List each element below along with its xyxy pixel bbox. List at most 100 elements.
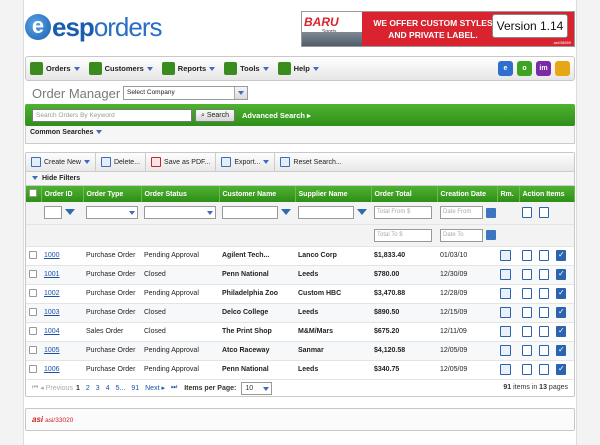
delete-button[interactable]: Delete... (96, 153, 147, 171)
edit-order-icon[interactable] (522, 326, 532, 337)
nav-help[interactable]: Help (277, 62, 319, 75)
search-button[interactable]: ⌕ Search (195, 109, 235, 122)
select-all-header[interactable] (26, 186, 42, 202)
order-id-link[interactable]: 1000 (44, 252, 60, 259)
save-filters-icon[interactable] (539, 207, 549, 219)
hide-filters-toggle[interactable]: Hide Filters (26, 172, 574, 186)
row-checkbox[interactable] (29, 364, 37, 373)
filter-icon[interactable] (281, 208, 291, 215)
table-row[interactable]: 1004 Sales Order Closed The Print Shop M&M/M… (26, 322, 574, 342)
edit-order-icon[interactable] (522, 288, 532, 299)
reminder-icon[interactable] (500, 307, 511, 318)
row-checkbox[interactable] (29, 345, 37, 354)
last-page-icon[interactable]: ⏭ (171, 384, 177, 392)
approve-check-icon[interactable] (556, 269, 566, 280)
page-91[interactable]: 91 (131, 385, 139, 392)
reminder-icon[interactable] (500, 364, 511, 375)
col-customer-name[interactable]: Customer Name (219, 186, 296, 202)
col-order-id[interactable]: Order ID (41, 186, 84, 202)
edit-order-icon[interactable] (522, 269, 532, 280)
approve-check-icon[interactable] (556, 288, 566, 299)
row-checkbox[interactable] (29, 307, 37, 316)
order-id-link[interactable]: 1005 (44, 347, 60, 354)
first-page-icon[interactable]: ⏮ (32, 384, 38, 392)
row-checkbox[interactable] (29, 326, 37, 335)
notes-icon[interactable] (539, 288, 549, 299)
col-order-type[interactable]: Order Type (83, 186, 142, 202)
notes-icon[interactable] (539, 307, 549, 318)
order-status-filter-select[interactable] (144, 206, 216, 220)
col-order-status[interactable]: Order Status (141, 186, 220, 202)
reminder-icon[interactable] (500, 250, 511, 261)
edit-order-icon[interactable] (522, 307, 532, 318)
items-per-page-select[interactable]: 10 (241, 381, 273, 395)
esp-orders-logo[interactable]: e esporders (25, 12, 163, 42)
row-checkbox-cell[interactable] (26, 341, 41, 361)
search-input[interactable]: Search Orders By Keyword (32, 109, 192, 122)
common-searches-dropdown[interactable]: Common Searches (30, 129, 103, 136)
im-icon[interactable]: im (536, 61, 551, 76)
row-checkbox-cell[interactable] (26, 360, 41, 380)
col-rm[interactable]: Rm. (497, 186, 520, 202)
date-from-input[interactable]: Date From (440, 206, 483, 220)
notes-icon[interactable] (539, 269, 549, 280)
notes-icon[interactable] (539, 326, 549, 337)
row-checkbox-cell[interactable] (26, 246, 41, 266)
reset-search-button[interactable]: Reset Search... (275, 153, 346, 171)
approve-check-icon[interactable] (556, 345, 566, 356)
customer-filter-input[interactable] (222, 206, 278, 220)
export-button[interactable]: Export... (216, 153, 276, 171)
reminder-icon[interactable] (500, 288, 511, 299)
edit-order-icon[interactable] (522, 364, 532, 375)
order-id-link[interactable]: 1004 (44, 328, 60, 335)
reminder-icon[interactable] (500, 269, 511, 280)
filter-icon[interactable] (65, 208, 75, 215)
reminder-icon[interactable] (500, 326, 511, 337)
col-creation-date[interactable]: Creation Date (437, 186, 498, 202)
table-row[interactable]: 1005 Purchase Order Pending Approval Atco R… (26, 341, 574, 361)
row-checkbox[interactable] (29, 269, 37, 278)
total-from-input[interactable]: Total From $ (374, 206, 432, 220)
company-select[interactable]: Select Company (123, 86, 248, 100)
row-checkbox-cell[interactable] (26, 322, 41, 342)
page-2[interactable]: 2 (86, 385, 90, 392)
calendar-icon[interactable] (486, 230, 496, 240)
approve-check-icon[interactable] (556, 364, 566, 375)
create-new-button[interactable]: Create New (26, 153, 96, 171)
page-1[interactable]: 1 (76, 385, 80, 392)
reminder-icon[interactable] (500, 345, 511, 356)
supplier-filter-input[interactable] (298, 206, 354, 220)
total-to-input[interactable]: Total To $ (374, 228, 432, 242)
row-checkbox-cell[interactable] (26, 303, 41, 323)
notes-icon[interactable] (539, 345, 549, 356)
order-type-filter-select[interactable] (86, 206, 138, 220)
filter-icon[interactable] (357, 208, 367, 215)
nav-reports[interactable]: Reports (161, 62, 216, 75)
col-order-total[interactable]: Order Total (371, 186, 438, 202)
key-icon[interactable] (555, 61, 570, 76)
table-row[interactable]: 1002 Purchase Order Pending Approval Philad… (26, 284, 574, 304)
table-row[interactable]: 1006 Purchase Order Pending Approval Penn N… (26, 360, 574, 380)
calendar-icon[interactable] (486, 207, 496, 218)
notes-icon[interactable] (539, 364, 549, 375)
edit-order-icon[interactable] (522, 345, 532, 356)
date-to-input[interactable]: Date To (440, 228, 483, 242)
approve-check-icon[interactable] (556, 326, 566, 337)
order-id-link[interactable]: 1001 (44, 271, 60, 278)
notes-icon[interactable] (539, 250, 549, 261)
order-id-filter-input[interactable] (44, 206, 62, 220)
table-row[interactable]: 1001 Purchase Order Closed Penn National Lee… (26, 265, 574, 285)
esp-icon[interactable]: e (498, 61, 513, 76)
nav-customers[interactable]: Customers (88, 62, 153, 75)
order-id-link[interactable]: 1006 (44, 366, 60, 373)
table-row[interactable]: 1003 Purchase Order Closed Delco College Lee… (26, 303, 574, 323)
page-3[interactable]: 3 (96, 385, 100, 392)
page-5-more[interactable]: 5... (116, 385, 126, 392)
save-pdf-button[interactable]: Save as PDF... (146, 153, 217, 171)
advanced-search-link[interactable]: Advanced Search ▸ (242, 111, 311, 120)
select-all-checkbox[interactable] (29, 189, 37, 197)
nav-tools[interactable]: Tools (224, 62, 269, 75)
previous-page-button[interactable]: ◂ Previous (40, 384, 73, 392)
edit-order-icon[interactable] (522, 250, 532, 261)
table-row[interactable]: 1000 Purchase Order Pending Approval Agilen… (26, 246, 574, 266)
